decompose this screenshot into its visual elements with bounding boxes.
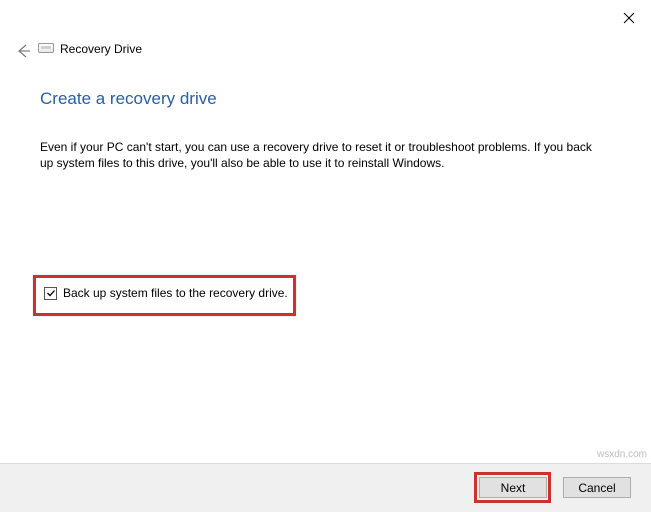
drive-icon xyxy=(38,43,54,55)
backup-checkbox-row: Back up system files to the recovery dri… xyxy=(44,286,288,300)
next-button[interactable]: Next xyxy=(479,477,547,498)
page-heading: Create a recovery drive xyxy=(40,89,217,109)
close-icon[interactable] xyxy=(623,12,635,24)
cancel-button[interactable]: Cancel xyxy=(563,477,631,498)
back-icon[interactable] xyxy=(14,42,32,60)
window-title: Recovery Drive xyxy=(60,42,142,56)
cancel-button-label: Cancel xyxy=(578,481,615,495)
page-description: Even if your PC can't start, you can use… xyxy=(40,139,607,171)
footer-bar xyxy=(0,463,651,512)
watermark-text: wsxdn.com xyxy=(597,449,647,460)
backup-checkbox[interactable] xyxy=(44,287,57,300)
next-button-label: Next xyxy=(501,481,526,495)
backup-checkbox-label: Back up system files to the recovery dri… xyxy=(63,286,288,300)
